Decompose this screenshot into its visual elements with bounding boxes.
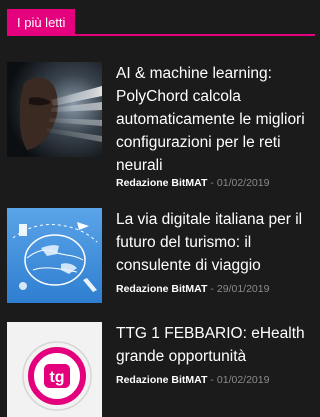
author-link[interactable]: Redazione BitMAT (116, 374, 207, 386)
post-meta: Redazione BitMAT -01/02/2019 (116, 374, 269, 387)
widget-title: I più letti (7, 9, 76, 36)
meta-separator: - (210, 374, 214, 386)
post-meta: Redazione BitMAT -01/02/2019 (116, 177, 269, 190)
post-meta: Redazione BitMAT -29/01/2019 (116, 283, 269, 296)
ttg-logo-text: tg (49, 369, 64, 386)
post-date: 01/02/2019 (216, 177, 270, 189)
ttg-logo-image: tg (7, 322, 102, 417)
widget-header: I più letti (0, 0, 315, 42)
post-thumbnail[interactable] (7, 62, 102, 157)
ai-face-image (7, 62, 102, 157)
meta-separator: - (210, 283, 214, 295)
post-title-link[interactable]: TTG 1 FEBBARIO: eHealth grande opportuni… (116, 322, 311, 368)
globe-travel-image (7, 208, 102, 303)
author-link[interactable]: Redazione BitMAT (116, 283, 207, 295)
post-date: 29/01/2019 (216, 283, 270, 295)
post-date: 01/02/2019 (216, 374, 270, 386)
post-thumbnail[interactable] (7, 208, 102, 303)
author-link[interactable]: Redazione BitMAT (116, 177, 207, 189)
meta-separator: - (210, 177, 214, 189)
post-title-link[interactable]: AI & machine learning: PolyChord calcola… (116, 62, 311, 177)
post-title-link[interactable]: La via digitale italiana per il futuro d… (116, 208, 311, 277)
post-thumbnail[interactable]: tg (7, 322, 102, 417)
